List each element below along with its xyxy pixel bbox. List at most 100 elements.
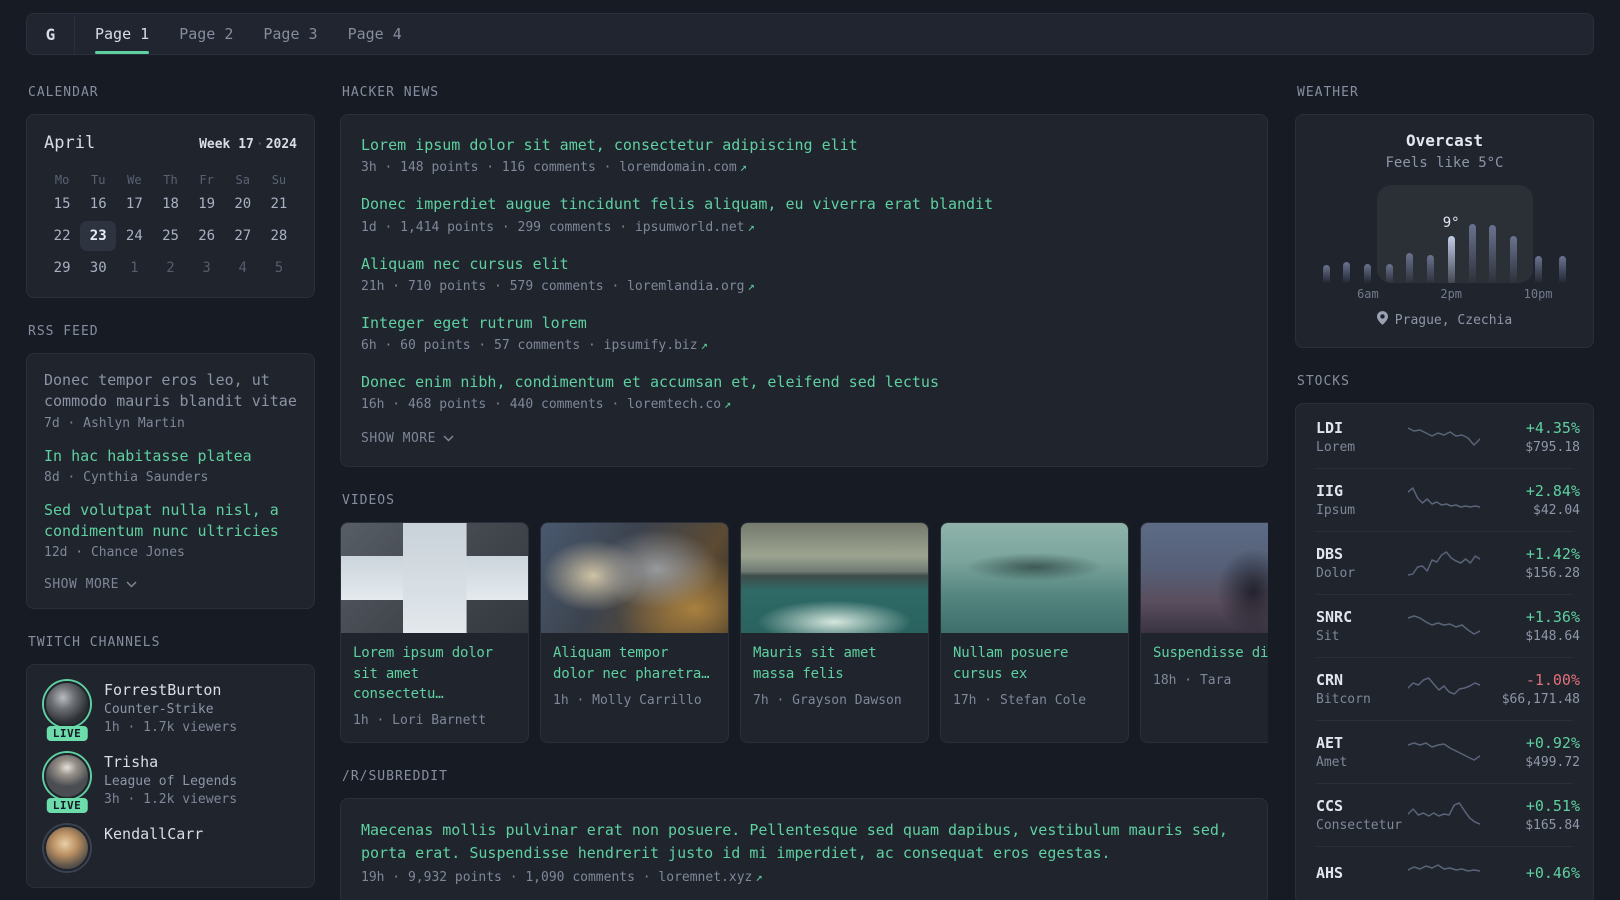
stock-sparkline	[1408, 675, 1480, 703]
video-title[interactable]: Suspendisse diam	[1153, 643, 1268, 663]
twitch-channel[interactable]: KendallCarr	[44, 825, 297, 872]
stock-id: LDI Lorem	[1316, 419, 1408, 455]
weather-bar-slot	[1483, 191, 1504, 299]
app-logo[interactable]: G	[27, 14, 75, 54]
video-body: Suspendisse diam 18h · Tara	[1141, 633, 1268, 701]
weather-bar-slot	[1399, 191, 1420, 299]
dashboard-page: G Page 1 Page 2 Page 3 Page 4 CALENDAR A…	[26, 13, 1594, 900]
reddit-post-title[interactable]: Maecenas mollis pulvinar erat non posuer…	[361, 819, 1247, 864]
stock-name: Bitcorn	[1316, 692, 1371, 707]
stock-row[interactable]: AHS +0.46%	[1316, 846, 1580, 900]
tab-page-3[interactable]: Page 3	[263, 14, 317, 54]
video-title[interactable]: Aliquam tempor dolor nec pharetra…	[553, 643, 716, 684]
weather-bar	[1322, 265, 1330, 283]
weekday-label: Su	[271, 173, 287, 187]
weather-bar-slot: 9° 2pm	[1440, 191, 1462, 301]
stock-values: +2.84% $42.04	[1480, 482, 1580, 518]
video-card[interactable]: Aliquam tempor dolor nec pharetra… 1h · …	[540, 522, 729, 744]
weather-hourly-chart: 6am 9° 2pm 10pm	[1316, 185, 1574, 301]
video-card[interactable]: Suspendisse diam 18h · Tara	[1140, 522, 1268, 744]
content-grid: CALENDAR April Week 17 · 2024 Mo Tu We Th Fr Sa…	[26, 85, 1594, 900]
weather-bar-slot	[1553, 191, 1574, 299]
calendar-day: 26	[198, 228, 216, 244]
stock-row[interactable]: IIG Ipsum +2.84% $42.04	[1316, 468, 1580, 531]
video-meta: 7h · Grayson Dawson	[753, 693, 902, 709]
stock-sparkline	[1408, 423, 1480, 451]
stock-id: CRN Bitcorn	[1316, 671, 1408, 707]
video-title[interactable]: Lorem ipsum dolor sit amet consectetu…	[353, 643, 516, 704]
reddit-domain-link[interactable]: loremnet.xyz	[658, 870, 752, 885]
video-body: Nullam posuere cursus ex 17h · Stefan Co…	[941, 633, 1128, 722]
calendar-day: 15	[53, 196, 71, 212]
calendar-day: 18	[162, 196, 179, 212]
weekday-label: Mo	[54, 173, 70, 187]
hn-domain-link[interactable]: ipsumworld.net	[635, 220, 745, 235]
chevron-down-icon	[443, 431, 454, 446]
hn-domain-link[interactable]: loremlandia.org	[627, 279, 744, 294]
stock-ticker: LDI	[1316, 419, 1344, 437]
weather-bar-slot	[1462, 191, 1483, 299]
weather-section-label: WEATHER	[1297, 85, 1359, 100]
rss-show-more-button[interactable]: SHOW MORE	[44, 577, 297, 592]
stock-ticker: CRN	[1316, 671, 1344, 689]
rss-item-title[interactable]: Donec tempor eros leo, ut commodo mauris…	[44, 370, 297, 413]
calendar-section-label: CALENDAR	[28, 85, 99, 100]
stock-row[interactable]: CCS Consectetur +0.51% $165.84	[1316, 783, 1580, 846]
stock-sparkline	[1408, 860, 1480, 888]
videos-row: Lorem ipsum dolor sit amet consectetu… 1…	[340, 522, 1268, 744]
hn-show-more-button[interactable]: SHOW MORE	[361, 431, 1247, 446]
hn-item-title[interactable]: Aliquam nec cursus elit	[361, 254, 1247, 275]
stock-ticker: SNRC	[1316, 608, 1353, 626]
hn-domain-link[interactable]: loremtech.co	[627, 397, 721, 412]
stock-row[interactable]: LDI Lorem +4.35% $795.18	[1316, 406, 1580, 468]
weather-feels-like: Feels like 5°C	[1385, 155, 1504, 171]
video-card[interactable]: Lorem ipsum dolor sit amet consectetu… 1…	[340, 522, 529, 744]
video-meta: 18h · Tara	[1153, 672, 1232, 688]
channel-name[interactable]: ForrestBurton	[104, 681, 237, 699]
weekday-label: Th	[163, 173, 178, 187]
stock-row[interactable]: AET Amet +0.92% $499.72	[1316, 720, 1580, 783]
calendar-header: April Week 17 · 2024	[44, 133, 297, 153]
external-link-icon: ↗	[724, 397, 732, 412]
video-card[interactable]: Mauris sit amet massa felis 7h · Grayson…	[740, 522, 929, 744]
tab-page-2[interactable]: Page 2	[179, 14, 233, 54]
stock-sparkline	[1408, 549, 1480, 577]
stock-row[interactable]: SNRC Sit +1.36% $148.64	[1316, 594, 1580, 657]
video-title[interactable]: Nullam posuere cursus ex	[953, 643, 1116, 684]
rss-item-title[interactable]: Sed volutpat nulla nisl, a condimentum n…	[44, 500, 297, 543]
chevron-down-icon	[126, 577, 137, 592]
twitch-channel[interactable]: LIVE Trisha League of Legends 3h · 1.2k …	[44, 753, 297, 814]
hn-item-title[interactable]: Donec enim nibh, condimentum et accumsan…	[361, 372, 1247, 393]
middle-column: HACKER NEWS Lorem ipsum dolor sit amet, …	[340, 85, 1268, 900]
hn-item-title[interactable]: Donec imperdiet augue tincidunt felis al…	[361, 194, 1247, 215]
stock-row[interactable]: DBS Dolor +1.42% $156.28	[1316, 531, 1580, 594]
hacker-news-widget: Lorem ipsum dolor sit amet, consectetur …	[340, 114, 1268, 468]
twitch-channel[interactable]: LIVE ForrestBurton Counter-Strike 1h · 1…	[44, 681, 297, 742]
hn-item-title[interactable]: Integer eget rutrum lorem	[361, 313, 1247, 334]
tab-page-4[interactable]: Page 4	[348, 14, 402, 54]
video-card[interactable]: Nullam posuere cursus ex 17h · Stefan Co…	[940, 522, 1129, 744]
hn-domain-link[interactable]: ipsumify.biz	[604, 338, 698, 353]
weekday-label: Tu	[90, 173, 106, 187]
location-pin-icon	[1376, 311, 1388, 329]
channel-name[interactable]: KendallCarr	[104, 825, 203, 843]
weather-bar	[1385, 264, 1393, 283]
weather-bar	[1468, 224, 1476, 283]
hn-item-title[interactable]: Lorem ipsum dolor sit amet, consectetur …	[361, 135, 1247, 156]
channel-name[interactable]: Trisha	[104, 753, 237, 771]
rss-item-title[interactable]: In hac habitasse platea	[44, 446, 297, 467]
stock-name: Sit	[1316, 629, 1340, 644]
tab-page-1[interactable]: Page 1	[95, 14, 150, 54]
stock-sparkline	[1408, 738, 1480, 766]
video-thumbnail	[941, 523, 1128, 634]
external-link-icon: ↗	[739, 160, 747, 175]
video-title[interactable]: Mauris sit amet massa felis	[753, 643, 916, 684]
stock-row[interactable]: CRN Bitcorn -1.00% $66,171.48	[1316, 657, 1580, 720]
stock-name: Lorem	[1316, 440, 1356, 455]
stocks-section-label: STOCKS	[1297, 374, 1350, 389]
rss-section-label: RSS FEED	[28, 324, 99, 339]
calendar-day: 20	[234, 196, 252, 212]
stock-id: AHS	[1316, 864, 1408, 885]
hn-domain-link[interactable]: loremdomain.com	[619, 160, 736, 175]
calendar-week-year: Week 17 · 2024	[199, 137, 297, 152]
